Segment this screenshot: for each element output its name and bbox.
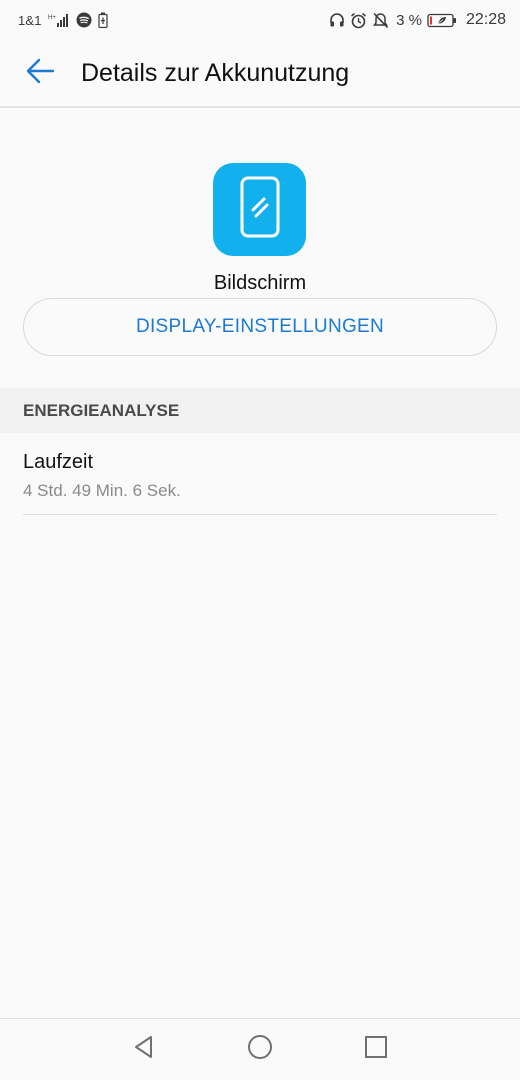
runtime-list-item: Laufzeit 4 Std. 49 Min. 6 Sek. xyxy=(23,433,497,515)
clock: 22:28 xyxy=(465,11,506,28)
headphones-icon xyxy=(329,12,345,28)
battery-percent: 3 % xyxy=(396,11,422,29)
battery-saver-icon xyxy=(98,12,108,28)
nav-home-button[interactable] xyxy=(244,1033,276,1065)
status-left: 1&1 H+ xyxy=(18,12,108,28)
carrier-label: 1&1 xyxy=(18,12,42,28)
page-title: Details zur Akkunutzung xyxy=(81,58,350,87)
spotify-icon xyxy=(76,12,92,28)
nav-back-button[interactable] xyxy=(128,1033,160,1065)
back-triangle-icon xyxy=(131,1034,157,1065)
svg-text:H+: H+ xyxy=(48,15,56,21)
alarm-icon xyxy=(350,12,367,29)
status-bar: 1&1 H+ 3 % 22:28 xyxy=(0,0,520,40)
app-icon xyxy=(213,163,306,256)
signal-icon: H+ xyxy=(48,13,70,27)
phone-screen-icon xyxy=(240,176,280,243)
navigation-bar xyxy=(0,1018,520,1080)
nav-recents-button[interactable] xyxy=(360,1033,392,1065)
battery-icon xyxy=(427,13,457,28)
app-bar: Details zur Akkunutzung xyxy=(0,40,520,108)
status-right: 3 % 22:28 xyxy=(329,11,506,29)
back-button[interactable] xyxy=(20,53,60,93)
home-circle-icon xyxy=(246,1033,274,1066)
runtime-label: Laufzeit xyxy=(23,451,94,473)
section-header-energy-analysis: ENERGIEANALYSE xyxy=(0,388,520,433)
mute-icon xyxy=(372,12,389,29)
runtime-value: 4 Std. 49 Min. 6 Sek. xyxy=(23,481,181,500)
display-settings-button[interactable]: DISPLAY-EINSTELLUNGEN xyxy=(23,298,497,356)
back-arrow-icon xyxy=(25,56,55,91)
recents-square-icon xyxy=(363,1034,389,1065)
app-name: Bildschirm xyxy=(213,272,307,294)
